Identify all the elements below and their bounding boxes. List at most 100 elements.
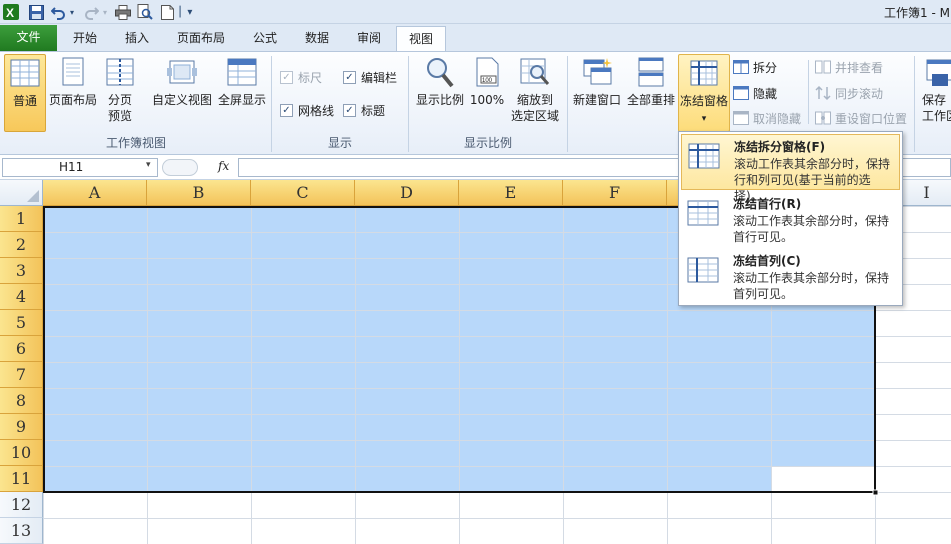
tab-home[interactable]: 开始 — [60, 26, 110, 51]
freeze-panes-label: 冻结窗格 — [679, 94, 728, 108]
checkmark-icon: ✓ — [343, 71, 356, 84]
menu-item-title: 冻结首行(R) — [733, 197, 802, 211]
active-cell[interactable] — [772, 467, 875, 492]
freeze-panes-button[interactable]: 冻结窗格 ▾ — [678, 54, 730, 132]
redo-icon — [82, 3, 100, 21]
reset-position-label: 重设窗口位置 — [835, 111, 908, 126]
tab-file[interactable]: 文件 — [0, 25, 57, 51]
freeze-panes-icon — [690, 60, 718, 86]
menu-item-freeze-top-row[interactable]: 冻结首行(R) 滚动工作表其余部分时，保持首行可见。 — [681, 192, 900, 248]
split-icon — [733, 60, 749, 74]
tab-view[interactable]: 视图 — [396, 26, 446, 52]
reset-position-button: 重设窗口位置 — [815, 107, 907, 129]
title-bar: X ▾ ▾ ▏▾ 工作簿1 - M — [0, 0, 951, 24]
page-break-preview-button[interactable]: 分页 预览 — [100, 54, 140, 132]
zoom-selection-label-1: 缩放到 — [516, 93, 553, 107]
svg-text:100: 100 — [482, 78, 493, 84]
menu-item-desc: 滚动工作表其余部分时，保持首行可见。 — [733, 214, 890, 244]
tab-page-layout[interactable]: 页面布局 — [164, 26, 238, 51]
save-workspace-label-1: 保存 — [922, 93, 947, 107]
formula-bar-checkbox[interactable]: ✓ 编辑栏 — [343, 69, 397, 86]
new-window-label: 新建窗口 — [572, 93, 621, 107]
tab-review[interactable]: 审阅 — [344, 26, 394, 51]
ruler-label: 标尺 — [298, 71, 323, 85]
name-box[interactable]: H11 — [2, 158, 158, 177]
freeze-top-row-icon — [687, 200, 719, 226]
zoom-100-label: 100% — [469, 93, 505, 107]
zoom-100-button[interactable]: 100 100% — [468, 54, 506, 132]
freeze-panes-icon — [688, 143, 720, 169]
sync-scroll-label: 同步滚动 — [835, 86, 884, 101]
page-layout-icon — [62, 57, 84, 86]
fill-handle[interactable] — [872, 489, 879, 496]
excel-icon[interactable]: X — [2, 3, 20, 21]
split-button[interactable]: 拆分 — [733, 56, 777, 78]
page-layout-view-label: 页面布局 — [48, 93, 97, 107]
save-workspace-label-2: 工作区 — [922, 109, 951, 123]
unhide-button: 取消隐藏 — [733, 107, 801, 129]
formula-bar-splitter[interactable] — [162, 159, 198, 176]
new-window-button[interactable]: 新建窗口 — [571, 54, 623, 132]
zoom-to-selection-button[interactable]: 缩放到 选定区域 — [508, 54, 562, 132]
menu-item-desc: 滚动工作表其余部分时，保持首列可见。 — [733, 271, 890, 301]
name-box-dropdown-icon[interactable]: ▾ — [146, 160, 151, 170]
side-by-side-button: 并排查看 — [815, 56, 883, 78]
custom-views-label: 自定义视图 — [151, 93, 212, 107]
save-workspace-button[interactable]: 保存 工作区 — [918, 54, 951, 132]
group-show-label: 显示 — [327, 136, 352, 150]
menu-item-freeze-first-column[interactable]: 冻结首列(C) 滚动工作表其余部分时，保持首列可见。 — [681, 249, 900, 305]
page-break-label-1: 分页 — [107, 93, 132, 107]
page-layout-view-button[interactable]: 页面布局 — [48, 54, 98, 132]
magnifier-icon — [427, 58, 454, 88]
full-screen-button[interactable]: 全屏显示 — [216, 54, 268, 132]
new-doc-icon[interactable] — [158, 3, 176, 21]
freeze-panes-menu: 冻结拆分窗格(F) 滚动工作表其余部分时，保持行和列可见(基于当前的选择)。 冻… — [678, 131, 903, 306]
gridlines-label: 网格线 — [298, 104, 335, 118]
tab-data[interactable]: 数据 — [292, 26, 342, 51]
split-label: 拆分 — [753, 60, 778, 75]
full-screen-label: 全屏显示 — [217, 93, 266, 107]
menu-item-freeze-panes[interactable]: 冻结拆分窗格(F) 滚动工作表其余部分时，保持行和列可见(基于当前的选择)。 — [681, 134, 900, 203]
customize-icon[interactable]: ▏▾ — [180, 3, 193, 21]
print-icon[interactable] — [114, 3, 132, 21]
tab-formulas[interactable]: 公式 — [240, 26, 290, 51]
group-separator — [567, 56, 568, 152]
arrange-all-label: 全部重排 — [626, 93, 675, 107]
zoom-button[interactable]: 显示比例 — [414, 54, 466, 132]
new-window-icon — [583, 58, 612, 85]
arrange-all-button[interactable]: 全部重排 — [625, 54, 677, 132]
freeze-panes-dropdown-icon: ▾ — [701, 114, 707, 124]
full-screen-icon — [227, 58, 257, 86]
zoom-selection-icon — [520, 58, 550, 85]
normal-view-button[interactable]: 普通 — [4, 54, 46, 132]
side-by-side-label: 并排查看 — [835, 60, 884, 75]
sync-scroll-icon — [815, 85, 831, 101]
hide-button[interactable]: 隐藏 — [733, 82, 777, 104]
insert-function-icon[interactable]: fx — [218, 159, 229, 173]
print-preview-icon[interactable] — [136, 3, 154, 21]
save-icon[interactable] — [27, 3, 45, 21]
window-title: 工作簿1 - M — [884, 6, 950, 20]
undo-icon[interactable] — [49, 3, 67, 21]
freeze-first-column-icon — [687, 257, 719, 283]
ribbon-tab-bar: 文件 开始 插入 页面布局 公式 数据 审阅 视图 — [0, 24, 951, 52]
save-workspace-icon — [926, 59, 951, 86]
side-by-side-icon — [815, 60, 831, 74]
hide-icon — [733, 86, 749, 100]
menu-item-title: 冻结首列(C) — [733, 254, 801, 268]
reset-position-icon — [815, 111, 831, 125]
undo-dropdown-icon[interactable]: ▾ — [67, 3, 77, 21]
checkmark-icon: ✓ — [280, 104, 293, 117]
redo-dropdown-icon: ▾ — [102, 7, 107, 17]
tab-insert[interactable]: 插入 — [112, 26, 162, 51]
formula-bar-label: 编辑栏 — [361, 71, 398, 85]
headings-checkbox[interactable]: ✓ 标题 — [343, 102, 385, 119]
custom-views-icon — [167, 60, 197, 84]
ruler-checkbox: ✓ 标尺 — [280, 69, 322, 86]
gridlines-checkbox[interactable]: ✓ 网格线 — [280, 102, 334, 119]
sync-scroll-button: 同步滚动 — [815, 82, 883, 104]
menu-item-title: 冻结拆分窗格(F) — [734, 140, 826, 154]
custom-views-button[interactable]: 自定义视图 — [150, 54, 214, 132]
normal-view-icon — [10, 59, 40, 87]
page-break-icon — [106, 58, 134, 86]
